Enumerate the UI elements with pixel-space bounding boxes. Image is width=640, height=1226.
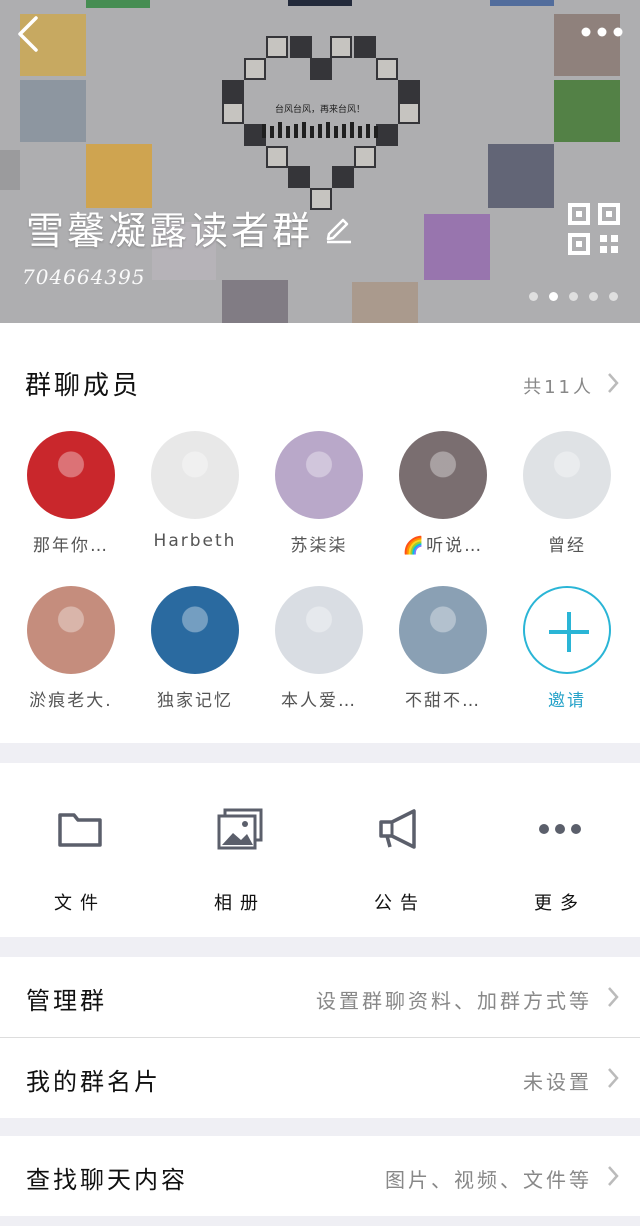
avatar: [523, 431, 611, 519]
carousel-dots: [529, 292, 618, 301]
avatar: [151, 431, 239, 519]
member-name: 那年你…: [33, 536, 109, 556]
row-manage-title: 管理群: [26, 987, 107, 1015]
avatar: [27, 431, 115, 519]
group-id: 704664395: [22, 265, 146, 289]
group-name: 雪馨凝露读者群: [26, 209, 314, 253]
tool-files[interactable]: 文件: [0, 763, 160, 937]
row-search-chat[interactable]: 查找聊天内容 图片、视频、文件等: [0, 1136, 640, 1216]
back-chevron-icon[interactable]: [12, 14, 48, 54]
invite-button[interactable]: 邀请: [505, 586, 629, 711]
member-name: 苏柒柒: [290, 536, 348, 556]
members-title: 群聊成员: [25, 371, 142, 401]
member-name: 曾经: [548, 536, 586, 556]
member-name: 独家记忆: [157, 691, 233, 711]
plus-icon: [523, 586, 611, 674]
member-item[interactable]: 曾经: [505, 431, 629, 556]
member-item[interactable]: 本人爱…: [257, 586, 381, 711]
member-item[interactable]: 那年你…: [9, 431, 133, 556]
avatar: [151, 586, 239, 674]
member-name: 本人爱…: [281, 691, 357, 711]
avatar: [399, 431, 487, 519]
edit-pencil-icon[interactable]: [323, 212, 355, 244]
chevron-right-icon: [608, 987, 619, 1007]
invite-label: 邀请: [548, 691, 586, 711]
row-search-value: 图片、视频、文件等: [385, 1168, 592, 1192]
avatar: [27, 586, 115, 674]
tool-album[interactable]: 相册: [160, 763, 320, 937]
carousel-dot[interactable]: [529, 292, 538, 301]
avatar: [275, 586, 363, 674]
qr-code-icon[interactable]: [567, 202, 621, 256]
folder-icon: [58, 813, 102, 847]
member-item[interactable]: 🌈听说…: [381, 431, 505, 556]
chevron-right-icon: [608, 1068, 619, 1088]
carousel-dot[interactable]: [609, 292, 618, 301]
member-name: 淤痕老大.: [29, 691, 113, 711]
member-item[interactable]: 淤痕老大.: [9, 586, 133, 711]
carousel-dot-active[interactable]: [549, 292, 558, 301]
members-count[interactable]: 共11人: [523, 373, 594, 399]
member-name: 不甜不…: [405, 691, 481, 711]
tool-notice[interactable]: 公告: [320, 763, 480, 937]
more-dots-icon[interactable]: [580, 22, 624, 42]
avatar: [275, 431, 363, 519]
photo-album-icon: [217, 808, 263, 850]
row-search-title: 查找聊天内容: [26, 1166, 188, 1194]
tool-notice-label: 公告: [374, 893, 426, 914]
member-name: 🌈听说…: [402, 536, 484, 556]
group-header: 台风台风，再来台风！ 雪馨凝露读者群 704664395: [0, 0, 640, 323]
member-item[interactable]: 苏柒柒: [257, 431, 381, 556]
chevron-right-icon: [608, 1166, 619, 1186]
avatar: [399, 586, 487, 674]
member-name: Harbeth: [153, 531, 237, 551]
more-horizontal-icon: [539, 824, 581, 834]
member-item[interactable]: Harbeth: [133, 431, 257, 551]
megaphone-icon: [379, 809, 416, 849]
row-my-card[interactable]: 我的群名片 未设置: [0, 1038, 640, 1118]
member-item[interactable]: 不甜不…: [381, 586, 505, 711]
tool-more-label: 更多: [534, 893, 586, 914]
row-card-title: 我的群名片: [26, 1068, 161, 1096]
tool-album-label: 相册: [214, 893, 266, 914]
tool-more[interactable]: 更多: [480, 763, 640, 937]
tool-files-label: 文件: [54, 893, 106, 914]
row-manage-group[interactable]: 管理群 设置群聊资料、加群方式等: [0, 957, 640, 1037]
tools-section: 文件 相册 公告 更多: [0, 763, 640, 937]
row-manage-value: 设置群聊资料、加群方式等: [316, 989, 592, 1013]
row-card-value: 未设置: [523, 1070, 592, 1094]
member-item[interactable]: 独家记忆: [133, 586, 257, 711]
chevron-right-icon[interactable]: [606, 371, 620, 395]
carousel-dot[interactable]: [569, 292, 578, 301]
members-section: 群聊成员 共11人 那年你… Harbeth 苏柒柒 🌈听说… 曾经淤痕老大. 独家记忆 本…: [0, 323, 640, 743]
carousel-dot[interactable]: [589, 292, 598, 301]
